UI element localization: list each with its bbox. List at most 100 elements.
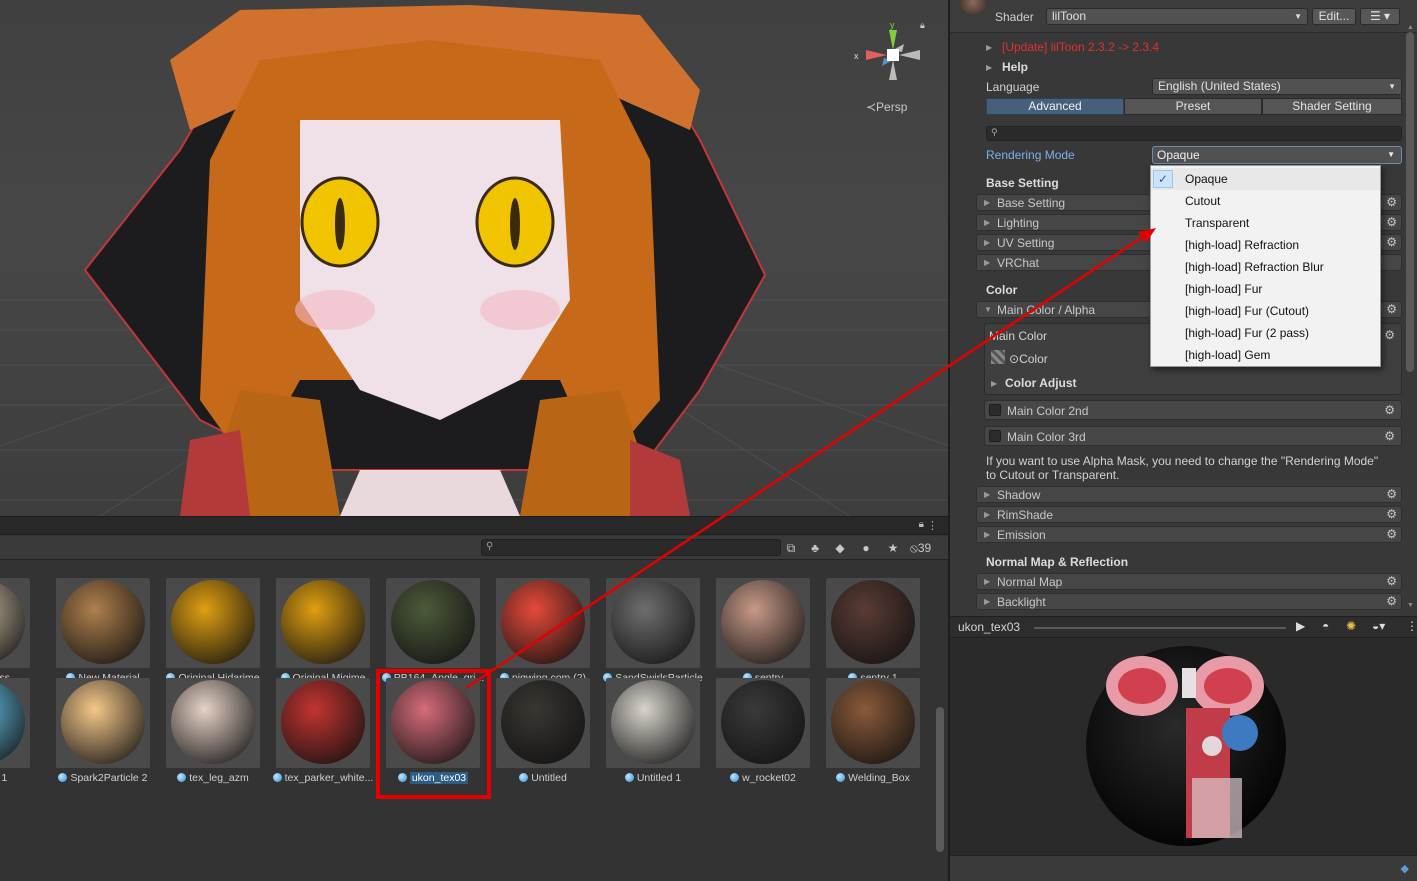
tab-advanced[interactable]: Advanced xyxy=(986,98,1124,115)
material-sphere xyxy=(721,580,805,664)
material-preview[interactable] xyxy=(950,638,1417,855)
scroll-up-icon[interactable]: ▲ xyxy=(1407,24,1414,31)
scene-character-render[interactable] xyxy=(0,0,948,516)
tab-shader-setting[interactable]: Shader Setting xyxy=(1262,98,1402,115)
foldout-rimshade[interactable]: ▶ RimShade ⚙ xyxy=(976,506,1402,523)
rendering-mode-dropdown[interactable]: Opaque ▼ xyxy=(1152,146,1402,164)
play-icon[interactable]: ▶ xyxy=(1296,619,1305,633)
asset-item[interactable]: sh_cross xyxy=(0,578,32,688)
scroll-down-icon[interactable]: ▼ xyxy=(1407,602,1414,609)
shader-menu-button[interactable]: ☰ ▾ xyxy=(1360,8,1400,25)
status-bar: ◆ xyxy=(950,855,1417,881)
main-color-3rd-row[interactable]: Main Color 3rd ⚙ xyxy=(984,426,1402,446)
rendering-mode-option[interactable]: [high-load] Refraction Blur xyxy=(1151,256,1380,278)
asset-item[interactable]: sentry 1 xyxy=(818,578,922,688)
lock-icon[interactable]: 🔒︎ xyxy=(920,20,930,30)
material-sphere xyxy=(0,580,25,664)
material-sphere xyxy=(171,680,255,764)
orientation-gizmo[interactable]: y x xyxy=(852,22,936,92)
asset-label: Untitled 1 xyxy=(598,772,708,784)
main-color-3rd-checkbox[interactable] xyxy=(989,430,1001,442)
color-adjust-foldout[interactable]: Color Adjust xyxy=(1005,376,1077,390)
asset-item[interactable]: New Material xyxy=(48,578,152,688)
shader-dropdown[interactable]: lilToon ▼ xyxy=(1046,8,1308,25)
asset-item[interactable]: SandSwirlsParticle xyxy=(598,578,703,688)
preview-light-icon[interactable]: ✺ xyxy=(1346,619,1356,633)
project-scrollbar[interactable] xyxy=(936,707,944,852)
help-foldout[interactable]: Help xyxy=(1002,60,1028,74)
gear-icon[interactable]: ⚙ xyxy=(1386,215,1397,229)
foldout-emission[interactable]: ▶ Emission ⚙ xyxy=(976,526,1402,543)
error-icon[interactable]: ● xyxy=(857,539,875,557)
gear-icon[interactable]: ⚙ xyxy=(1386,594,1397,608)
gizmo-x-label: x xyxy=(854,51,859,61)
camera-projection-label[interactable]: ≺Persp xyxy=(866,100,907,114)
more-options-icon[interactable]: ⋮ xyxy=(1406,619,1417,633)
lock-icon[interactable]: 🔒︎ xyxy=(919,519,924,530)
gear-icon[interactable]: ⚙ xyxy=(1386,527,1397,541)
asset-item[interactable]: Original Hidarime xyxy=(158,578,262,688)
asset-label-icon[interactable]: ◆ xyxy=(1401,862,1409,875)
scene-filter-icon[interactable]: ⧉ xyxy=(782,539,800,557)
foldout-backlight[interactable]: ▶ Backlight ⚙ xyxy=(976,593,1402,610)
asset-item[interactable]: tex_parker_white... xyxy=(268,678,373,788)
inspector-scrollbar[interactable] xyxy=(1406,32,1414,372)
shape-filter-icon[interactable]: ♣ xyxy=(806,539,824,557)
asset-item[interactable]: w_rocket02 xyxy=(708,678,812,788)
update-notice[interactable]: [Update] lilToon 2.3.2 -> 2.3.4 xyxy=(1002,40,1159,54)
texture-slot-icon[interactable] xyxy=(991,350,1005,364)
preview-sphere-icon[interactable]: ◒▾ xyxy=(1372,619,1385,633)
gear-icon[interactable]: ⚙ xyxy=(1386,302,1397,316)
more-options-icon[interactable]: ⋮ xyxy=(927,519,938,532)
material-icon xyxy=(730,773,740,782)
asset-item[interactable]: Untitled xyxy=(488,678,592,788)
gear-icon[interactable]: ⚙ xyxy=(1384,328,1395,342)
asset-item[interactable]: sentry xyxy=(708,578,812,688)
main-color-2nd-checkbox[interactable] xyxy=(989,404,1001,416)
foldout-arrow-icon[interactable]: ▶ xyxy=(986,63,992,72)
foldout-normal-map[interactable]: ▶ Normal Map ⚙ xyxy=(976,573,1402,590)
property-search-input[interactable]: ⚲ xyxy=(986,126,1402,141)
gear-icon[interactable]: ⚙ xyxy=(1384,403,1395,417)
rendering-mode-option[interactable]: [high-load] Refraction xyxy=(1151,234,1380,256)
main-color-2nd-row[interactable]: Main Color 2nd ⚙ xyxy=(984,400,1402,420)
rendering-mode-option[interactable]: ✓ Opaque xyxy=(1151,168,1380,190)
foldout-arrow-icon[interactable]: ▶ xyxy=(986,43,992,52)
scene-view[interactable]: y x 🔒︎ ≺Persp xyxy=(0,0,948,516)
gear-icon[interactable]: ⚙ xyxy=(1386,574,1397,588)
preview-mesh-icon[interactable]: ◓ xyxy=(1322,619,1329,633)
hidden-items-count[interactable]: ⦸39 xyxy=(910,541,931,556)
asset-item[interactable]: pigwing.com (2) xyxy=(488,578,592,688)
language-dropdown[interactable]: English (United States) ▼ xyxy=(1152,78,1402,95)
edit-shader-button[interactable]: Edit... xyxy=(1312,8,1356,25)
selection-highlight-annotation xyxy=(376,669,491,799)
asset-item[interactable]: article 1 xyxy=(0,678,32,788)
star-icon[interactable]: ★ xyxy=(884,539,902,557)
foldout-label: Emission xyxy=(997,528,1046,542)
project-search-input[interactable]: ⚲ xyxy=(481,539,781,556)
gear-icon[interactable]: ⚙ xyxy=(1386,507,1397,521)
rendering-mode-option[interactable]: Transparent xyxy=(1151,212,1380,234)
asset-item[interactable]: Spark2Particle 2 xyxy=(48,678,152,788)
gear-icon[interactable]: ⚙ xyxy=(1386,487,1397,501)
foldout-arrow-icon: ▶ xyxy=(984,490,991,499)
asset-thumbnail xyxy=(56,578,150,668)
asset-item[interactable]: Welding_Box xyxy=(818,678,922,788)
tab-preset[interactable]: Preset xyxy=(1124,98,1262,115)
rendering-mode-option[interactable]: [high-load] Fur (Cutout) xyxy=(1151,300,1380,322)
tag-filter-icon[interactable]: ◆ xyxy=(831,539,849,557)
asset-item[interactable]: Untitled 1 xyxy=(598,678,702,788)
asset-thumbnail xyxy=(826,578,920,668)
gear-icon[interactable]: ⚙ xyxy=(1386,195,1397,209)
asset-item[interactable]: Original Migime xyxy=(268,578,372,688)
gear-icon[interactable]: ⚙ xyxy=(1386,235,1397,249)
gear-icon[interactable]: ⚙ xyxy=(1384,429,1395,443)
rendering-mode-option[interactable]: Cutout xyxy=(1151,190,1380,212)
preview-drag-handle[interactable] xyxy=(1034,627,1286,629)
foldout-arrow-icon[interactable]: ▶ xyxy=(991,379,997,388)
rendering-mode-option[interactable]: [high-load] Fur (2 pass) xyxy=(1151,322,1380,344)
rendering-mode-option[interactable]: [high-load] Gem xyxy=(1151,344,1380,366)
rendering-mode-option[interactable]: [high-load] Fur xyxy=(1151,278,1380,300)
foldout-shadow[interactable]: ▶ Shadow ⚙ xyxy=(976,486,1402,503)
asset-item[interactable]: tex_leg_azm xyxy=(158,678,262,788)
